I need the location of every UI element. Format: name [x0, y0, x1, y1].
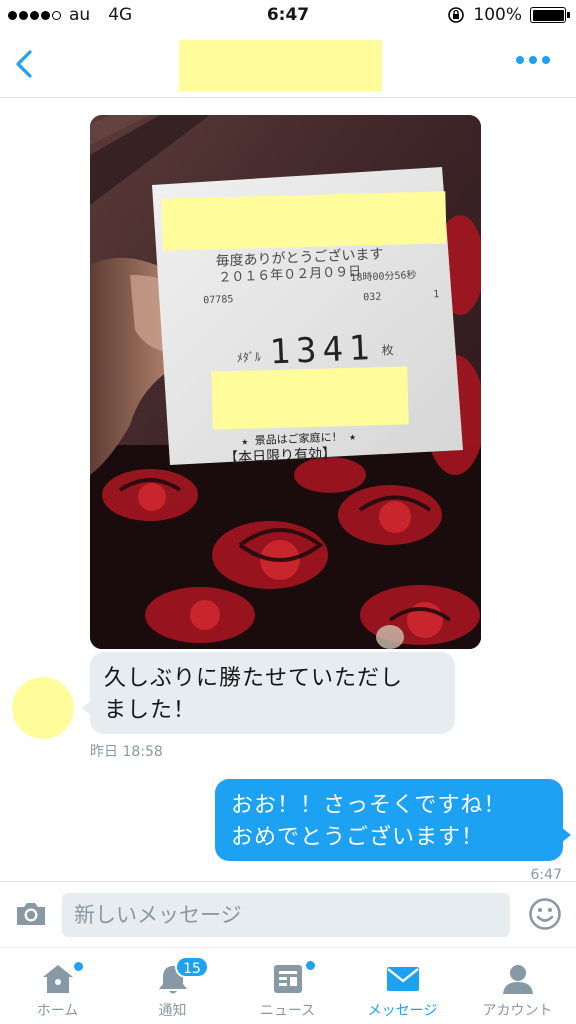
message-input[interactable] — [62, 893, 510, 937]
receipt-unit: 枚 — [381, 342, 394, 358]
tab-label: アカウント — [482, 1003, 553, 1019]
message-line: ました！ — [104, 698, 197, 723]
tab-label: メッセージ — [367, 1003, 438, 1019]
receipt-medal-label: ﾒﾀﾞﾙ — [237, 350, 262, 365]
envelope-icon — [387, 967, 419, 991]
message-composer — [0, 881, 576, 947]
receipt-code-right: 1 — [433, 289, 440, 300]
rotation-lock-icon — [448, 7, 465, 23]
avatar[interactable] — [12, 677, 74, 739]
receipt-code-mid: 032 — [363, 292, 382, 304]
news-icon — [274, 965, 302, 993]
message-line: おめでとうございます！ — [231, 825, 485, 850]
tab-messages[interactable]: メッセージ — [345, 948, 460, 1024]
status-right: 100% — [447, 5, 570, 25]
message-timestamp: 6:47 — [530, 867, 562, 881]
receipt-photo: 毎度ありがとうございます ２０１６年０２月０９日 18時00分56秒 07785… — [90, 115, 481, 649]
conversation-header — [0, 32, 576, 98]
tab-bar: ホーム 15 通知 ニュース メッセージ アカウント — [0, 947, 576, 1024]
receipt-redaction-bottom — [211, 366, 409, 430]
receipt-count: 1341 — [269, 328, 377, 373]
battery-percent: 100% — [473, 5, 522, 25]
tab-home[interactable]: ホーム — [0, 948, 115, 1024]
home-new-dot — [74, 962, 83, 971]
tab-label: 通知 — [158, 1003, 187, 1019]
camera-icon[interactable] — [14, 900, 48, 928]
tab-account[interactable]: アカウント — [460, 948, 575, 1024]
tab-label: ニュース — [259, 1003, 316, 1019]
receipt-code-left: 07785 — [203, 294, 234, 306]
conversation-title-redacted[interactable] — [179, 40, 382, 91]
tab-notifications[interactable]: 15 通知 — [115, 948, 230, 1024]
person-icon — [503, 965, 533, 994]
tab-news[interactable]: ニュース — [230, 948, 345, 1024]
status-bar: au 4G 6:47 100% — [0, 0, 576, 32]
notification-badge: 15 — [175, 956, 209, 978]
photo-attachment[interactable]: 毎度ありがとうございます ２０１６年０２月０９日 18時00分56秒 07785… — [90, 115, 481, 649]
message-line: おお！！さっそくですね！ — [231, 793, 507, 818]
tab-label: ホーム — [36, 1003, 79, 1019]
incoming-message-bubble[interactable]: 久しぶりに勝たせていただし ました！ — [82, 652, 455, 734]
battery-icon — [530, 7, 570, 23]
emoji-icon[interactable] — [528, 897, 562, 931]
outgoing-message-bubble[interactable]: おお！！さっそくですね！ おめでとうございます！ — [215, 779, 571, 861]
more-dots-icon[interactable] — [516, 56, 550, 64]
receipt-redaction-top — [161, 191, 447, 251]
message-line: 久しぶりに勝たせていただし — [104, 666, 404, 691]
chevron-left-icon[interactable] — [10, 46, 40, 82]
news-new-dot — [306, 961, 315, 970]
home-icon — [43, 965, 73, 993]
message-timestamp: 昨日 18:58 — [90, 744, 163, 760]
